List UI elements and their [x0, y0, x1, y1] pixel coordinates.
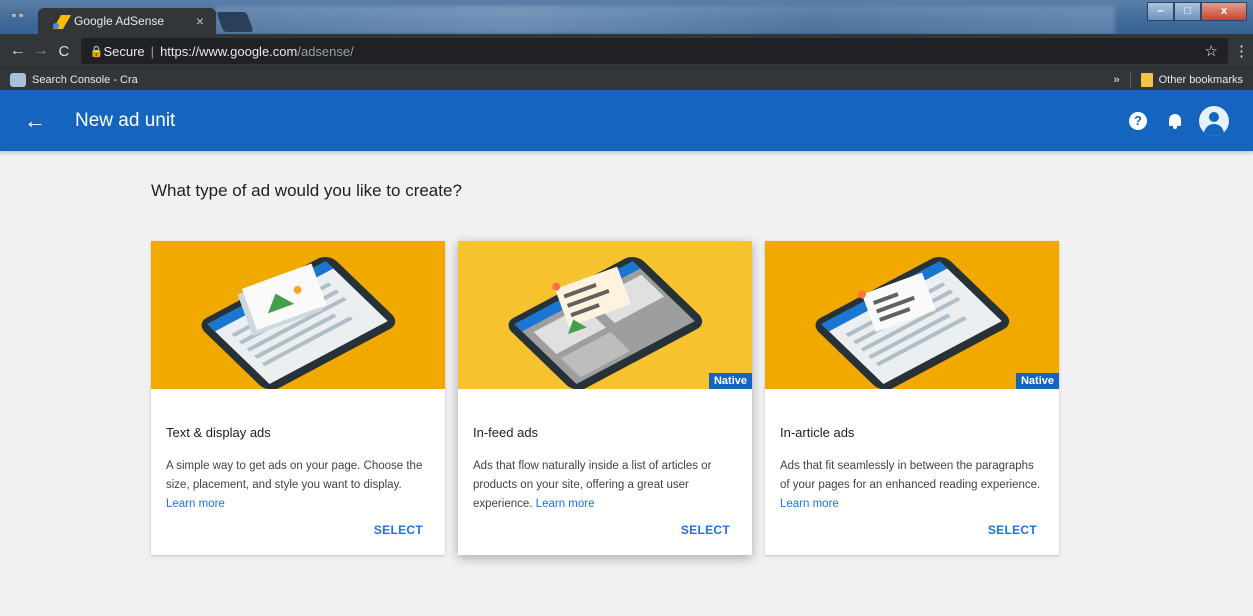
browser-toolbar: ← → C 🔒 Secure | https://www.google.com … [0, 34, 1253, 68]
incognito-icon: 👓 [9, 8, 27, 23]
card-illustration: Native [458, 241, 752, 389]
card-description-text: Ads that fit seamlessly in between the p… [780, 460, 1041, 491]
arrow-back-icon[interactable]: ← [24, 108, 48, 134]
card-title: In-feed ads [473, 425, 539, 440]
notifications-bell-icon[interactable] [1167, 112, 1183, 130]
app-header: ← New ad unit ? [0, 90, 1253, 151]
background-windows [215, 6, 1115, 34]
adsense-favicon-icon [52, 13, 72, 29]
window-controls: – □ x [1147, 2, 1247, 21]
card-in-article-ads[interactable]: Native In-article ads Ads that fit seaml… [765, 241, 1059, 555]
card-illustration: Native [765, 241, 1059, 389]
phone-illustration [765, 241, 1059, 389]
address-bar[interactable]: 🔒 Secure | https://www.google.com /adsen… [81, 38, 1228, 64]
minimize-button[interactable]: – [1147, 2, 1174, 21]
select-button[interactable]: SELECT [988, 523, 1037, 537]
select-button[interactable]: SELECT [374, 523, 423, 537]
card-description-text: A simple way to get ads on your page. Ch… [166, 460, 423, 491]
search-console-icon [10, 72, 26, 87]
card-text-display-ads[interactable]: Text & display ads A simple way to get a… [151, 241, 445, 555]
bookmarks-overflow-icon[interactable]: » [1114, 74, 1120, 86]
reload-icon[interactable]: C [52, 43, 75, 60]
browser-back-icon[interactable]: ← [6, 42, 29, 60]
close-window-button[interactable]: x [1201, 2, 1247, 21]
browser-forward-icon[interactable]: → [29, 42, 52, 60]
tab-title: Google AdSense [74, 14, 165, 28]
native-badge: Native [708, 373, 752, 389]
bookmark-star-icon[interactable]: ☆ [1205, 42, 1218, 60]
url-host: https://www.google.com [160, 43, 298, 59]
address-separator: | [150, 43, 155, 59]
other-bookmarks[interactable]: Other bookmarks [1159, 74, 1243, 86]
card-title: Text & display ads [166, 425, 271, 440]
secure-label: Secure [103, 43, 145, 59]
card-description: Ads that fit seamlessly in between the p… [780, 457, 1046, 514]
help-icon[interactable]: ? [1129, 111, 1147, 130]
bookmarks-bar: Search Console - Cra » Other bookmarks [0, 68, 1253, 90]
tab-close-icon[interactable]: × [192, 13, 208, 29]
page-title: New ad unit [75, 109, 176, 131]
bookmarks-divider [1129, 72, 1131, 87]
folder-icon [1140, 72, 1153, 87]
bookmark-search-console[interactable]: Search Console - Cra [32, 74, 138, 86]
browser-menu-icon[interactable]: ⋮ [1234, 42, 1249, 60]
select-button[interactable]: SELECT [681, 523, 730, 537]
url-path: /adsense/ [297, 43, 354, 59]
card-description: Ads that flow naturally inside a list of… [473, 457, 739, 514]
question-heading: What type of ad would you like to create… [151, 181, 462, 200]
phone-illustration [458, 241, 752, 389]
lock-icon: 🔒 [89, 45, 104, 58]
learn-more-link[interactable]: Learn more [166, 498, 225, 510]
maximize-button[interactable]: □ [1174, 2, 1201, 21]
account-avatar[interactable] [1199, 105, 1229, 136]
card-title: In-article ads [780, 425, 855, 440]
phone-illustration [151, 241, 445, 389]
browser-tabstrip: 👓 Google AdSense × – □ x [0, 0, 1253, 34]
learn-more-link[interactable]: Learn more [536, 498, 595, 510]
native-badge: Native [1015, 373, 1059, 389]
card-in-feed-ads[interactable]: Native In-feed ads Ads that flow natural… [458, 241, 752, 555]
card-description: A simple way to get ads on your page. Ch… [166, 457, 432, 514]
card-illustration [151, 241, 445, 389]
browser-tab-adsense[interactable]: Google AdSense × [38, 8, 216, 34]
learn-more-link[interactable]: Learn more [780, 498, 839, 510]
